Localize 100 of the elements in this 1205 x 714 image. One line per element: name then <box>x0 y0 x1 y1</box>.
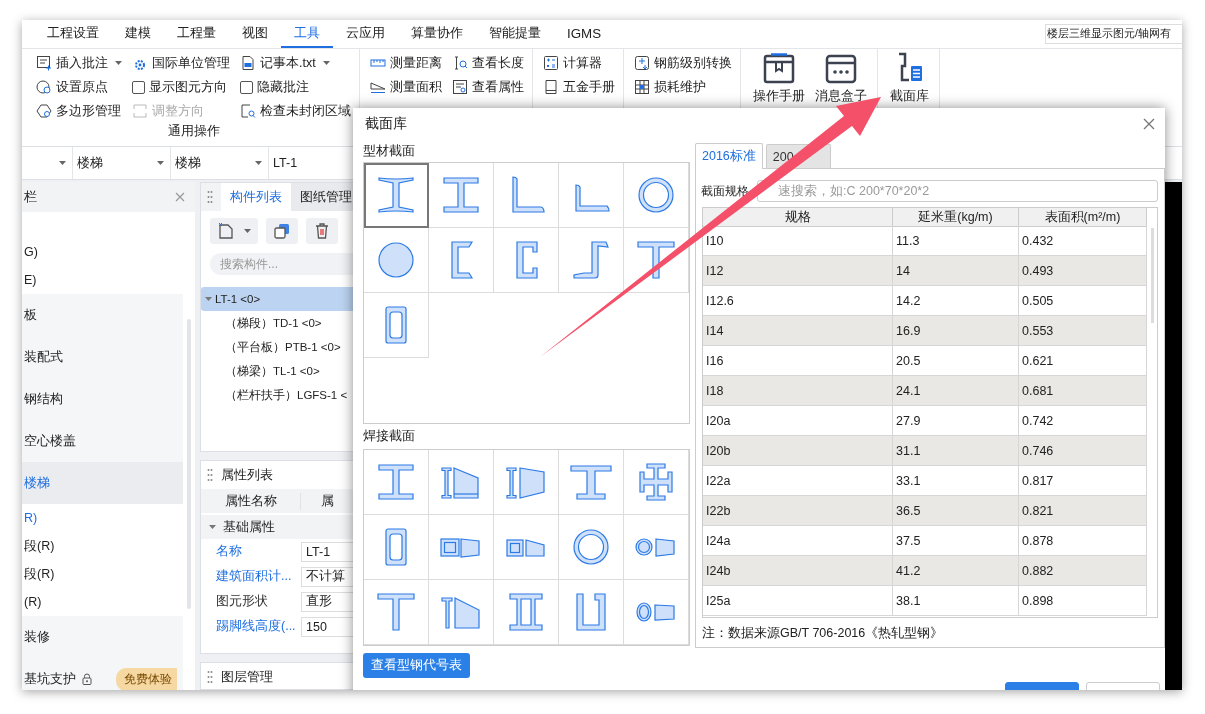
ribbon-button[interactable]: 检查未封闭区域 <box>240 99 351 123</box>
section-option[interactable] <box>364 450 429 515</box>
ribbon-button[interactable]: 计算器 <box>543 51 615 75</box>
grid-icon <box>634 79 650 95</box>
display-filter-field[interactable]: 楼层三维显示图元/轴网有 <box>1045 24 1182 44</box>
tree-item[interactable]: （平台板）PTB-1 <0> <box>201 335 353 359</box>
ribbon-button[interactable]: 查看属性 <box>452 75 524 99</box>
section-option[interactable] <box>429 515 494 580</box>
table-cell: I20b <box>703 436 893 466</box>
document-icon <box>240 55 256 71</box>
section-option[interactable] <box>364 163 429 228</box>
section-option[interactable] <box>494 450 559 515</box>
nav-item[interactable]: 装修 <box>22 616 183 658</box>
section-option[interactable] <box>559 450 624 515</box>
section-option[interactable] <box>429 228 494 293</box>
section-option[interactable] <box>624 450 689 515</box>
panel-tab[interactable]: 构件列表 <box>221 183 291 211</box>
section-option[interactable] <box>429 580 494 645</box>
ribbon-tab[interactable]: 云应用 <box>333 20 398 48</box>
tree-item[interactable]: （栏杆扶手）LGFS-1 < <box>201 383 353 407</box>
nav-item[interactable]: 板 <box>22 294 183 336</box>
search-field[interactable]: 搜索构件... <box>210 253 353 275</box>
ribbon-tab[interactable]: 智能提量 <box>476 20 554 48</box>
checkbox[interactable] <box>240 80 253 94</box>
nav-item[interactable]: 楼梯 <box>22 462 183 504</box>
standard-tab[interactable]: 2016标准 <box>695 143 763 169</box>
section-option[interactable] <box>559 515 624 580</box>
new-button[interactable] <box>210 218 258 244</box>
ribbon-tab[interactable]: IGMS <box>554 20 615 48</box>
section-option[interactable] <box>494 163 559 228</box>
drag-handle-icon <box>207 670 213 684</box>
checkbox-label[interactable]: 隐藏批注 <box>257 78 309 96</box>
ribbon-button[interactable]: 五金手册 <box>543 75 615 99</box>
section-option[interactable] <box>364 228 429 293</box>
section-option[interactable] <box>559 580 624 645</box>
ribbon-button[interactable]: 测量面积 <box>370 75 442 99</box>
section-option[interactable] <box>364 580 429 645</box>
section-option[interactable] <box>494 580 559 645</box>
ribbon-button[interactable]: 国际单位管理 <box>132 51 230 75</box>
table-cell: 24.1 <box>893 376 1019 406</box>
scrollbar[interactable] <box>1150 228 1154 323</box>
ribbon-button[interactable]: 钢筋级别转换 <box>634 51 732 75</box>
delete-icon <box>313 222 331 240</box>
property-name: 踢脚线高度(... <box>215 618 297 635</box>
ribbon-button[interactable]: 多边形管理 <box>36 99 122 123</box>
section-option[interactable] <box>364 515 429 580</box>
checkbox[interactable] <box>132 80 145 94</box>
ribbon-large-button[interactable]: 截面库 <box>888 51 931 105</box>
ribbon-tab[interactable]: 算量协作 <box>398 20 476 48</box>
checkbox-label[interactable]: 显示图元方向 <box>149 78 227 96</box>
close-icon <box>1143 118 1155 130</box>
ribbon-button[interactable]: 查看长度 <box>452 51 524 75</box>
search-field[interactable]: 速搜索，如:C 200*70*20*2 <box>757 180 1158 202</box>
section-option[interactable] <box>429 163 494 228</box>
nav-item[interactable]: 空心楼盖 <box>22 420 183 462</box>
tree-item[interactable]: LT-1 <0> <box>201 287 353 311</box>
ribbon-button[interactable]: 记事本.txt <box>240 51 351 75</box>
section-option[interactable] <box>429 450 494 515</box>
tree-item[interactable]: （梯段）TD-1 <0> <box>201 311 353 335</box>
delete-button[interactable] <box>306 218 338 244</box>
code-table-button[interactable]: 查看型钢代号表 <box>363 653 470 678</box>
ribbon-tab[interactable]: 视图 <box>229 20 281 48</box>
property-value-field[interactable]: LT-1 <box>301 541 353 562</box>
section-option[interactable] <box>559 163 624 228</box>
section-option[interactable] <box>624 228 689 293</box>
ribbon-button[interactable]: 设置原点 <box>36 75 122 99</box>
property-value-field[interactable]: 直形 <box>301 591 353 612</box>
section-option[interactable] <box>624 515 689 580</box>
section-option[interactable] <box>624 580 689 645</box>
copy-button[interactable] <box>266 218 298 244</box>
property-name: 图元形状 <box>215 593 269 610</box>
section-option[interactable] <box>364 293 429 358</box>
t-section-icon <box>634 238 678 282</box>
property-value-field[interactable]: 不计算 <box>301 566 353 587</box>
section-option[interactable] <box>494 515 559 580</box>
section-option[interactable] <box>494 228 559 293</box>
table-cell: I25a <box>703 586 893 616</box>
property-value-field[interactable]: 150 <box>301 616 353 637</box>
close-icon <box>175 192 185 202</box>
property-name: 名称 <box>215 543 243 560</box>
nav-item[interactable]: 钢结构 <box>22 378 183 420</box>
ribbon-large-button[interactable]: 操作手册 <box>751 51 807 105</box>
ribbon-tab[interactable]: 建模 <box>112 20 164 48</box>
ribbon-tab[interactable]: 工程设置 <box>34 20 112 48</box>
ribbon-tab[interactable]: 工程量 <box>164 20 229 48</box>
ribbon-button[interactable]: 测量距离 <box>370 51 442 75</box>
section-option[interactable] <box>559 228 624 293</box>
tree-item[interactable]: （梯梁）TL-1 <0> <box>201 359 353 383</box>
convert-icon <box>634 55 650 71</box>
ribbon-button[interactable]: 插入批注 <box>36 51 122 75</box>
panel-tab[interactable]: 图纸管理 <box>291 183 353 211</box>
nav-item[interactable]: 基坑支护 免费体验 <box>22 658 183 690</box>
nav-item[interactable]: 装配式 <box>22 336 183 378</box>
ribbon-button[interactable]: 损耗维护 <box>634 75 732 99</box>
section-option[interactable] <box>624 163 689 228</box>
ribbon-tab[interactable]: 工具 <box>281 20 333 48</box>
table-cell: 14 <box>893 256 1019 286</box>
table-cell: 0.553 <box>1019 316 1147 346</box>
ribbon-large-button[interactable]: 消息盒子 <box>813 51 869 105</box>
table-cell: 0.821 <box>1019 496 1147 526</box>
